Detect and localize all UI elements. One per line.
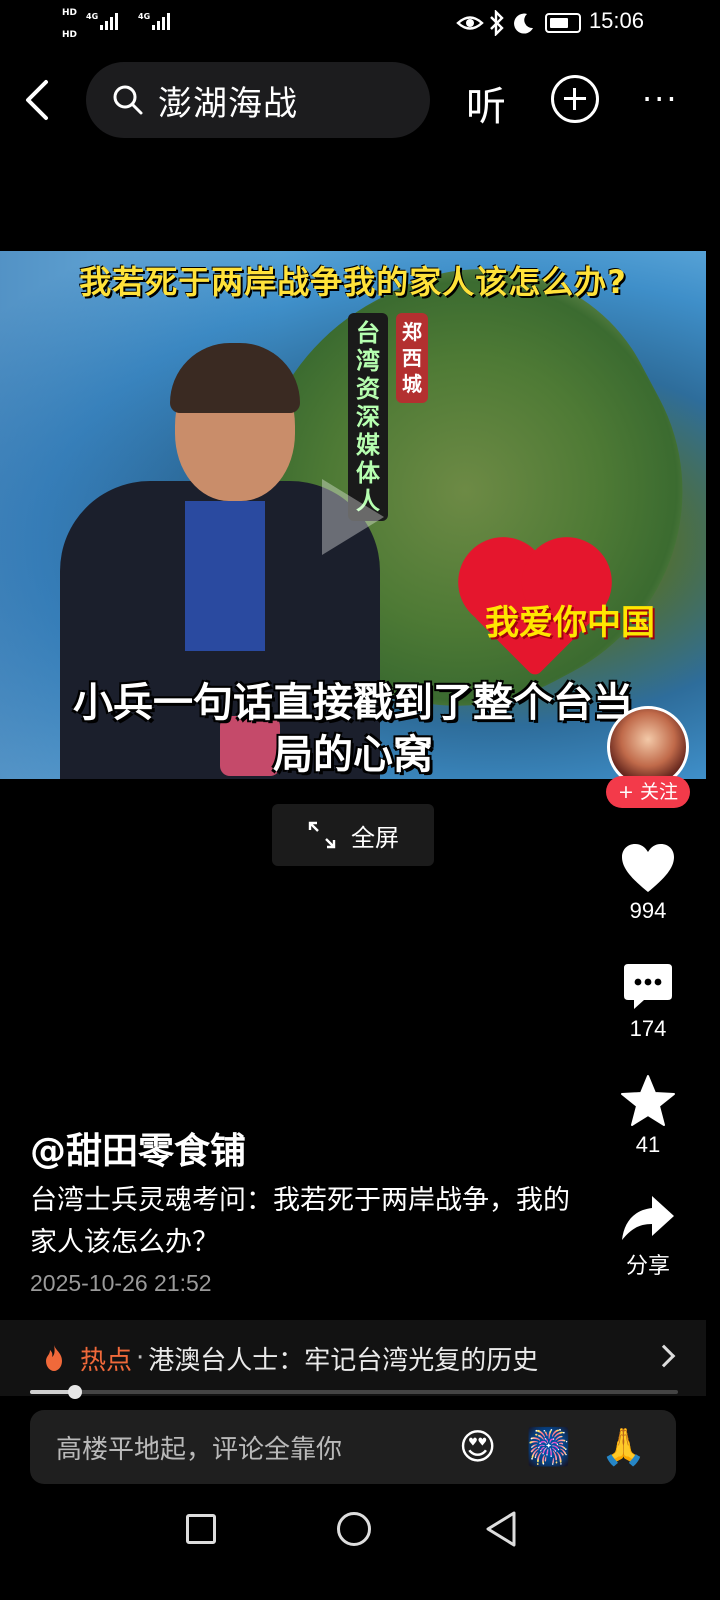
follow-button[interactable]: + 关注	[606, 776, 690, 808]
favorite-count: 41	[635, 1132, 661, 1157]
share-icon	[622, 1196, 674, 1240]
signal-type-2: 4G	[138, 12, 151, 21]
system-back-button[interactable]	[484, 1510, 518, 1548]
star-icon	[621, 1075, 675, 1126]
status-time: 15:06	[588, 8, 644, 33]
love-badge: 我爱你中国	[470, 550, 670, 678]
share-label: 分享	[625, 1253, 670, 1278]
emoji-heart-eyes[interactable]: 😍	[459, 1427, 497, 1468]
status-bar: HD HD 4G 4G 15:06	[0, 0, 720, 48]
system-nav-bar	[0, 1500, 720, 1600]
author-name[interactable]: @甜田零食铺	[30, 1122, 246, 1174]
add-icon[interactable]	[551, 75, 599, 123]
network-label-2: HD	[62, 30, 78, 40]
video-player[interactable]: 我若死于两岸战争我的家人该怎么办? 台湾资深媒体人 郑西城 我爱你中国 小兵一句…	[0, 251, 706, 779]
battery-icon	[545, 13, 581, 33]
comment-icon	[624, 964, 672, 1009]
listen-button[interactable]: 听	[466, 74, 506, 132]
comment-count: 174	[629, 1016, 667, 1041]
search-box[interactable]: 澎湖海战	[86, 62, 430, 138]
subtitle-line-1: 小兵一句话直接戳到了整个台当	[73, 680, 633, 726]
expand-icon	[308, 821, 336, 849]
search-icon	[113, 85, 143, 115]
hot-label: 热点	[80, 1345, 133, 1376]
comment-button[interactable]: 174	[600, 962, 696, 1042]
hot-separator: ·	[136, 1343, 145, 1373]
bluetooth-icon	[490, 10, 504, 36]
favorite-button[interactable]: 41	[600, 1074, 696, 1158]
hot-topic-text: 港澳台人士：牢记台湾光复的历史	[148, 1345, 539, 1376]
video-tag-name: 郑西城	[396, 313, 428, 403]
heart-icon	[622, 844, 674, 892]
video-title-overlay: 我若死于两岸战争我的家人该怎么办?	[79, 263, 627, 301]
fire-icon	[46, 1345, 62, 1371]
chevron-right-icon	[652, 1344, 676, 1368]
emoji-pray[interactable]: 🙏	[601, 1426, 646, 1468]
hot-topic-bar[interactable]: 热点 · 港澳台人士：牢记台湾光复的历史	[0, 1320, 706, 1396]
video-progress-bar[interactable]	[30, 1385, 678, 1399]
network-label-1: HD	[62, 8, 78, 18]
emoji-fireworks[interactable]: 🎆	[526, 1426, 571, 1468]
signal-bars-1	[100, 12, 118, 30]
like-button[interactable]: 994	[600, 842, 696, 924]
more-options-button[interactable]: ···	[642, 80, 679, 118]
love-text: 我爱你中国	[485, 603, 655, 643]
share-button[interactable]: 分享	[600, 1192, 696, 1280]
signal-bars-2	[152, 12, 170, 30]
recent-apps-button[interactable]	[186, 1514, 216, 1544]
play-icon[interactable]	[322, 479, 384, 555]
video-subtitle: 小兵一句话直接戳到了整个台当 局的心窝	[0, 677, 706, 779]
progress-handle[interactable]	[68, 1385, 83, 1399]
fullscreen-button[interactable]: 全屏	[272, 804, 434, 866]
video-description: 台湾士兵灵魂考问：我若死于两岸战争，我的家人该怎么办？	[30, 1185, 570, 1258]
fullscreen-label: 全屏	[351, 823, 399, 852]
eye-icon	[456, 16, 484, 30]
back-arrow-icon[interactable]	[18, 78, 58, 122]
signal-type-1: 4G	[86, 12, 99, 21]
subtitle-line-2: 局的心窝	[273, 732, 433, 778]
search-query: 澎湖海战	[158, 83, 298, 124]
comment-input-bar[interactable]: 高楼平地起，评论全靠你 😍 🎆 🙏	[30, 1410, 676, 1484]
post-date: 2025-10-26 21:52	[30, 1270, 212, 1296]
moon-icon	[514, 13, 533, 34]
comment-placeholder: 高楼平地起，评论全靠你	[56, 1434, 343, 1465]
like-count: 994	[629, 898, 667, 923]
home-button[interactable]	[337, 1512, 371, 1546]
